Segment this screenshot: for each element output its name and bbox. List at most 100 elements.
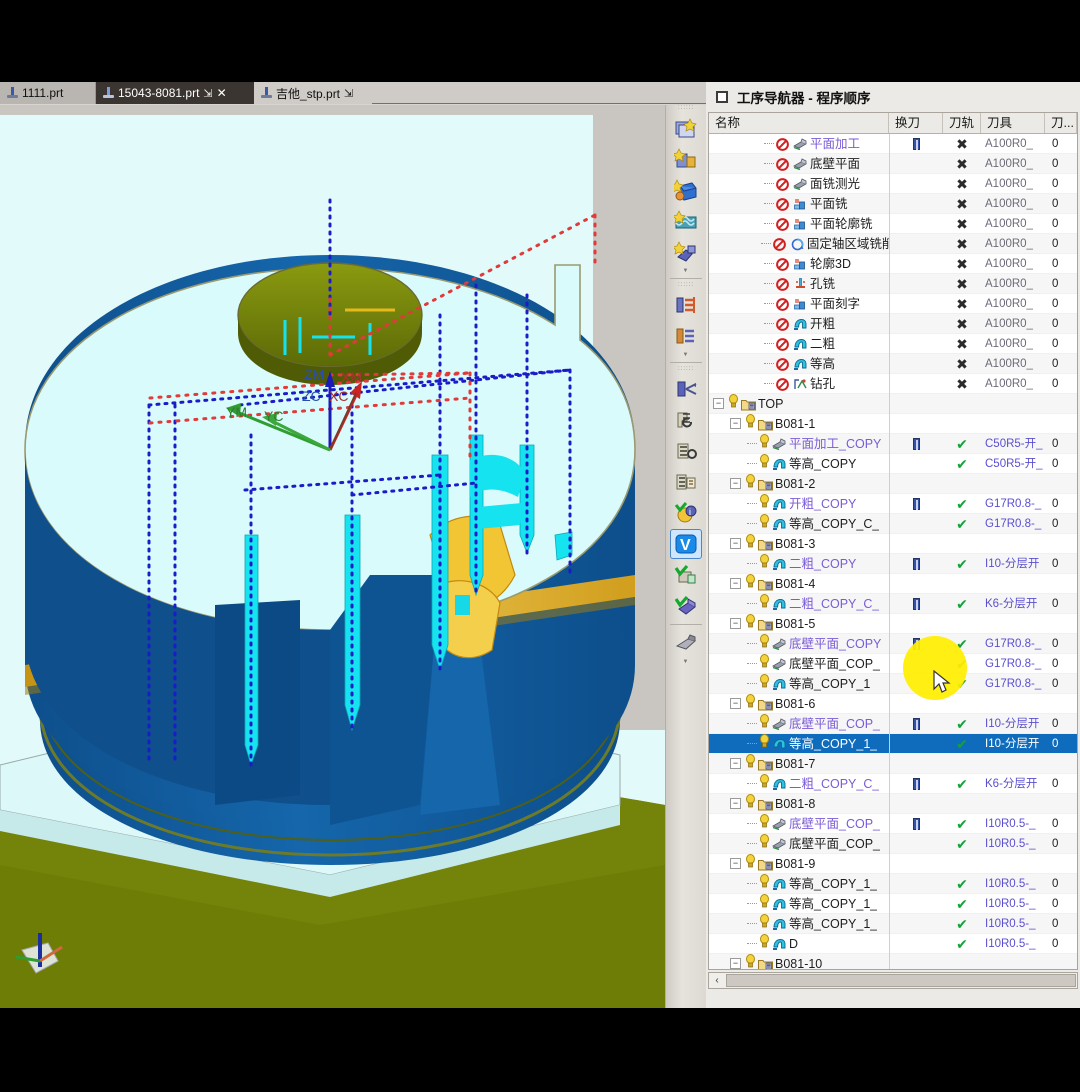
tool-change-cell[interactable] [889, 933, 943, 954]
toolpath-status-cell[interactable]: ✖ [943, 134, 981, 154]
scroll-left-arrow[interactable]: ‹ [709, 975, 725, 986]
blocked-status-icon[interactable] [772, 237, 788, 251]
tool-name-cell[interactable]: I10-分层开 [981, 714, 1045, 734]
tree-operation-row[interactable]: 底壁平面_COP_ ✔ I10R0.5-_ 0 [709, 813, 1077, 834]
lightbulb-status-icon[interactable] [759, 733, 770, 754]
tree-operation-row[interactable]: 底壁平面_COP_ ✔ I10R0.5-_ 0 [709, 833, 1077, 854]
tool-change-cell[interactable] [889, 833, 943, 854]
scroll-thumb[interactable] [726, 974, 1076, 987]
tool-number-cell[interactable]: 0 [1045, 734, 1077, 754]
tree-expander-icon[interactable]: − [730, 578, 741, 589]
tree-row-name-cell[interactable]: − B081-9 [709, 853, 889, 874]
tree-operation-row[interactable]: 等高_COPY_1_ ✔ I10R0.5-_ 0 [709, 873, 1077, 894]
tool-name-cell[interactable]: A100R0_ [981, 294, 1045, 314]
generate-toolpath-icon[interactable] [670, 113, 702, 143]
tree-expander-icon[interactable]: − [730, 698, 741, 709]
tree-row-name-cell[interactable]: 二粗_COPY_C_ [709, 593, 889, 614]
tool-name-cell[interactable]: A100R0_ [981, 154, 1045, 174]
lightbulb-status-icon[interactable] [745, 953, 756, 970]
toolpath-status-cell[interactable]: ✔ [943, 874, 981, 894]
tree-row-name-cell[interactable]: 等高_COPY_1_ [709, 913, 889, 934]
tree-operation-row[interactable]: 固定轴区域铣削 ✖ A100R0_ 0 [709, 233, 1077, 254]
blocked-status-icon[interactable] [776, 217, 791, 231]
tree-row-name-cell[interactable]: 平面铣 [709, 194, 889, 214]
tool-number-cell[interactable]: 0 [1045, 594, 1077, 614]
toolpath-status-cell[interactable]: ✖ [943, 354, 981, 374]
panel-pin-icon[interactable] [716, 91, 728, 103]
tool-name-cell[interactable]: I10R0.5-_ [981, 894, 1045, 914]
tool-number-cell[interactable]: 0 [1045, 234, 1077, 254]
tree-row-name-cell[interactable]: 孔铣 [709, 274, 889, 294]
tool-change-cell[interactable] [889, 393, 943, 414]
tree-row-name-cell[interactable]: 底壁平面 [709, 154, 889, 174]
tree-row-name-cell[interactable]: − B081-6 [709, 693, 889, 714]
tree-row-name-cell[interactable]: − B081-8 [709, 793, 889, 814]
tree-operation-row[interactable]: 孔铣 ✖ A100R0_ 0 [709, 273, 1077, 294]
lightbulb-status-icon[interactable] [728, 393, 739, 414]
tool-name-cell[interactable]: I10-分层开 [981, 554, 1045, 574]
tool-change-cell[interactable] [889, 473, 943, 494]
tool-name-cell[interactable]: G17R0.8-_ [981, 654, 1045, 674]
tree-group-row[interactable]: − B081-7 [709, 753, 1077, 774]
lightbulb-status-icon[interactable] [759, 593, 770, 614]
tool-change-cell[interactable] [889, 413, 943, 434]
tree-row-name-cell[interactable]: 底壁平面_COPY [709, 633, 889, 654]
tree-row-name-cell[interactable]: − B081-10 [709, 953, 889, 970]
tree-expander-icon[interactable]: − [730, 758, 741, 769]
tree-operation-row[interactable]: 二粗_COPY_C_ ✔ K6-分层开 0 [709, 593, 1077, 614]
tool-change-cell[interactable] [889, 753, 943, 774]
lightbulb-status-icon[interactable] [745, 413, 756, 434]
lightbulb-status-icon[interactable] [759, 713, 770, 734]
tree-group-row[interactable]: − B081-5 [709, 613, 1077, 634]
toolpath-status-cell[interactable]: ✔ [943, 494, 981, 514]
tool-number-cell[interactable]: 0 [1045, 174, 1077, 194]
tool-number-cell[interactable]: 0 [1045, 154, 1077, 174]
lightbulb-status-icon[interactable] [745, 613, 756, 634]
tool-change-cell[interactable] [889, 513, 943, 534]
lightbulb-status-icon[interactable] [759, 933, 770, 954]
toolpath-status-cell[interactable]: ✖ [943, 214, 981, 234]
tool-change-cell[interactable] [889, 853, 943, 874]
toolpath-status-cell[interactable]: ✔ [943, 594, 981, 614]
toolpath-status-cell[interactable]: ✖ [943, 254, 981, 274]
tree-row-name-cell[interactable]: 二粗_COPY_C_ [709, 773, 889, 794]
toolpath-status-cell[interactable] [943, 614, 981, 634]
tool-number-cell[interactable]: 0 [1045, 274, 1077, 294]
toolpath-status-cell[interactable] [943, 534, 981, 554]
rail-overflow-1[interactable]: ▼ [666, 268, 706, 275]
tree-expander-icon[interactable]: − [730, 538, 741, 549]
tree-group-row[interactable]: − B081-9 [709, 853, 1077, 874]
tool-number-cell[interactable]: 0 [1045, 654, 1077, 674]
tool-name-cell[interactable]: K6-分层开 [981, 774, 1045, 794]
rail-grip-3[interactable]: :::::: [666, 366, 706, 373]
tool-number-cell[interactable]: 0 [1045, 214, 1077, 234]
tool-name-cell[interactable]: G17R0.8-_ [981, 494, 1045, 514]
tool-name-cell[interactable]: G17R0.8-_ [981, 634, 1045, 654]
object-info-icon[interactable]: i [670, 498, 702, 528]
tool-name-cell[interactable]: A100R0_ [981, 134, 1045, 154]
tool-name-cell[interactable]: A100R0_ [981, 274, 1045, 294]
tool-change-cell[interactable] [889, 653, 943, 674]
tree-operation-row[interactable]: 等高_COPY_1 ✔ G17R0.8-_ 0 [709, 673, 1077, 694]
toolpath-status-cell[interactable]: ✖ [943, 274, 981, 294]
tree-operation-row[interactable]: 平面刻字 ✖ A100R0_ 0 [709, 293, 1077, 314]
tool-name-cell[interactable] [981, 534, 1045, 554]
tool-name-cell[interactable] [981, 754, 1045, 774]
blocked-status-icon[interactable] [776, 337, 791, 351]
tree-row-name-cell[interactable]: − B081-3 [709, 533, 889, 554]
viewport-icon-rail[interactable]: :::::: ▼ :::::: ▼ :::::: i V ▼ [665, 105, 706, 1008]
tool-number-cell[interactable]: 0 [1045, 334, 1077, 354]
tree-row-name-cell[interactable]: 等高_COPY_1_ [709, 733, 889, 754]
toolpath-status-cell[interactable]: ✔ [943, 774, 981, 794]
tool-change-cell[interactable] [889, 493, 943, 514]
tree-operation-row[interactable]: 等高_COPY_1_ ✔ I10R0.5-_ 0 [709, 913, 1077, 934]
tree-operation-row[interactable]: 轮廓3D ✖ A100R0_ 0 [709, 253, 1077, 274]
toolpath-status-cell[interactable]: ✖ [943, 334, 981, 354]
tool-number-cell[interactable] [1045, 694, 1077, 714]
tool-number-cell[interactable]: 0 [1045, 454, 1077, 474]
operation-tree-grid[interactable]: 名称 换刀 刀轨 刀具 刀... 平面加工 ✖ A100R0_ 0 底壁平面 ✖ A100R… [708, 112, 1078, 970]
tool-change-cell[interactable] [889, 733, 943, 754]
toolpath-status-cell[interactable]: ✖ [943, 234, 981, 254]
tool-number-cell[interactable]: 0 [1045, 554, 1077, 574]
tool-change-cell[interactable] [889, 953, 943, 969]
